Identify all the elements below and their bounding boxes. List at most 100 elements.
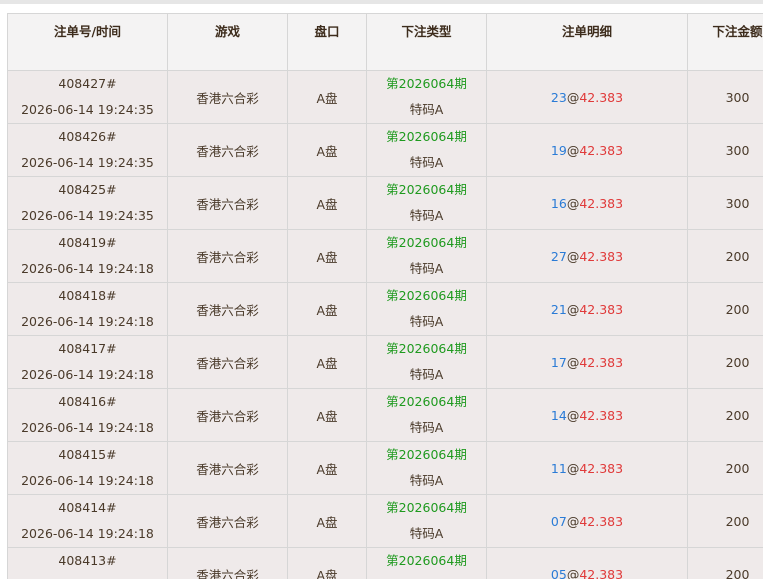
bet-number: 11 xyxy=(550,460,567,476)
amount-cell: 200 xyxy=(687,547,763,579)
market-cell: A盘 xyxy=(287,335,367,389)
column-header-bet-type: 下注类型 xyxy=(366,13,487,71)
bet-detail-cell: 16@42.383 xyxy=(486,176,688,230)
bet-number: 16 xyxy=(550,195,567,211)
issue-number: 第2026064期 xyxy=(386,341,467,356)
bet-detail-cell: 11@42.383 xyxy=(486,441,688,495)
at-sign: @ xyxy=(566,566,580,579)
column-header-market: 盘口 xyxy=(287,13,367,71)
odds-value: 42.383 xyxy=(579,566,624,579)
bet-type-cell: 第2026064期特码A xyxy=(366,229,487,283)
top-bar xyxy=(0,0,763,4)
table-row[interactable]: 408414# 2026-06-14 19:24:18 香港六合彩 A盘 第202606… xyxy=(7,494,763,548)
bet-type-cell: 第2026064期特码A xyxy=(366,335,487,389)
bet-number: 05 xyxy=(550,566,567,579)
market-cell: A盘 xyxy=(287,70,367,124)
column-header-bet-detail: 注单明细 xyxy=(486,13,688,71)
odds-value: 42.383 xyxy=(579,89,624,105)
issue-number: 第2026064期 xyxy=(386,553,467,568)
order-id: 408418# xyxy=(58,288,117,303)
order-id: 408417# xyxy=(58,341,117,356)
order-time: 2026-06-14 19:24:18 xyxy=(21,420,154,435)
bet-detail-cell: 19@42.383 xyxy=(486,123,688,177)
bet-detail-cell: 05@42.383 xyxy=(486,547,688,579)
order-id: 408414# xyxy=(58,500,117,515)
bet-type: 特码A xyxy=(409,473,444,488)
game-cell: 香港六合彩 xyxy=(167,123,288,177)
bet-type-cell: 第2026064期特码A xyxy=(366,494,487,548)
amount-cell: 300 xyxy=(687,70,763,124)
bet-number: 23 xyxy=(550,89,567,105)
amount-cell: 200 xyxy=(687,229,763,283)
bet-type: 特码A xyxy=(409,155,444,170)
issue-number: 第2026064期 xyxy=(386,182,467,197)
at-sign: @ xyxy=(566,354,580,370)
table-row[interactable]: 408415# 2026-06-14 19:24:18 香港六合彩 A盘 第202606… xyxy=(7,441,763,495)
order-time-cell: 408416# 2026-06-14 19:24:18 xyxy=(7,388,168,442)
market-cell: A盘 xyxy=(287,441,367,495)
market-cell: A盘 xyxy=(287,494,367,548)
odds-value: 42.383 xyxy=(579,354,624,370)
odds-value: 42.383 xyxy=(579,460,624,476)
amount-cell: 300 xyxy=(687,123,763,177)
market-cell: A盘 xyxy=(287,388,367,442)
table-row[interactable]: 408425# 2026-06-14 19:24:35 香港六合彩 A盘 第202606… xyxy=(7,176,763,230)
order-time-cell: 408417# 2026-06-14 19:24:18 xyxy=(7,335,168,389)
column-header-amount: 下注金额 xyxy=(687,13,763,71)
table-row[interactable]: 408417# 2026-06-14 19:24:18 香港六合彩 A盘 第202606… xyxy=(7,335,763,389)
order-time-cell: 408415# 2026-06-14 19:24:18 xyxy=(7,441,168,495)
game-cell: 香港六合彩 xyxy=(167,494,288,548)
order-time: 2026-06-14 19:24:18 xyxy=(21,367,154,382)
table-row[interactable]: 408426# 2026-06-14 19:24:35 香港六合彩 A盘 第202606… xyxy=(7,123,763,177)
bet-type-cell: 第2026064期特码A xyxy=(366,547,487,579)
game-cell: 香港六合彩 xyxy=(167,441,288,495)
order-time-cell: 408427# 2026-06-14 19:24:35 xyxy=(7,70,168,124)
bet-detail-cell: 07@42.383 xyxy=(486,494,688,548)
odds-value: 42.383 xyxy=(579,407,624,423)
game-cell: 香港六合彩 xyxy=(167,335,288,389)
bet-type: 特码A xyxy=(409,526,444,541)
at-sign: @ xyxy=(566,89,580,105)
at-sign: @ xyxy=(566,301,580,317)
bet-detail-cell: 17@42.383 xyxy=(486,335,688,389)
amount-cell: 200 xyxy=(687,282,763,336)
table-row[interactable]: 408413#2026-06-14 19:24:18香港六合彩A盘第202606… xyxy=(7,547,763,579)
order-id: 408419# xyxy=(58,235,117,250)
table-row[interactable]: 408427# 2026-06-14 19:24:35 香港六合彩 A盘 第202606… xyxy=(7,70,763,124)
bet-type: 特码A xyxy=(409,314,444,329)
game-cell: 香港六合彩 xyxy=(167,547,288,579)
bet-records-table-container[interactable]: 注单号/时间 游戏 盘口 下注类型 注单明细 下注金额 408427# 2026-… xyxy=(7,13,763,579)
bet-type: 特码A xyxy=(409,208,444,223)
order-time-cell: 408414# 2026-06-14 19:24:18 xyxy=(7,494,168,548)
at-sign: @ xyxy=(566,142,580,158)
amount-cell: 200 xyxy=(687,388,763,442)
order-time: 2026-06-14 19:24:35 xyxy=(21,155,154,170)
table-row[interactable]: 408418# 2026-06-14 19:24:18 香港六合彩 A盘 第202606… xyxy=(7,282,763,336)
bet-type: 特码A xyxy=(367,574,486,579)
bet-detail-cell: 14@42.383 xyxy=(486,388,688,442)
column-header-game: 游戏 xyxy=(167,13,288,71)
at-sign: @ xyxy=(566,248,580,264)
order-time-cell: 408413# 2026-06-14 19:24:18 xyxy=(7,547,168,579)
table-row[interactable]: 408419# 2026-06-14 19:24:18 香港六合彩 A盘 第202606… xyxy=(7,229,763,283)
odds-value: 42.383 xyxy=(579,513,624,529)
game-cell: 香港六合彩 xyxy=(167,176,288,230)
issue-number: 第2026064期 xyxy=(386,447,467,462)
column-header-order-time: 注单号/时间 xyxy=(7,13,168,71)
market-cell: A盘 xyxy=(287,282,367,336)
order-id: 408426# xyxy=(58,129,117,144)
bet-number: 14 xyxy=(550,407,567,423)
bet-type-cell: 第2026064期特码A xyxy=(366,388,487,442)
bet-number: 27 xyxy=(550,248,567,264)
bet-number: 07 xyxy=(550,513,567,529)
bet-type-cell: 第2026064期特码A xyxy=(366,441,487,495)
bet-detail-cell: 27@42.383 xyxy=(486,229,688,283)
order-time-cell: 408425# 2026-06-14 19:24:35 xyxy=(7,176,168,230)
at-sign: @ xyxy=(566,195,580,211)
order-id: 408427# xyxy=(58,76,117,91)
bet-number: 19 xyxy=(550,142,567,158)
issue-number: 第2026064期 xyxy=(386,500,467,515)
table-row[interactable]: 408416# 2026-06-14 19:24:18 香港六合彩 A盘 第202606… xyxy=(7,388,763,442)
order-time-cell: 408419# 2026-06-14 19:24:18 xyxy=(7,229,168,283)
bet-type-cell: 第2026064期特码A xyxy=(366,70,487,124)
